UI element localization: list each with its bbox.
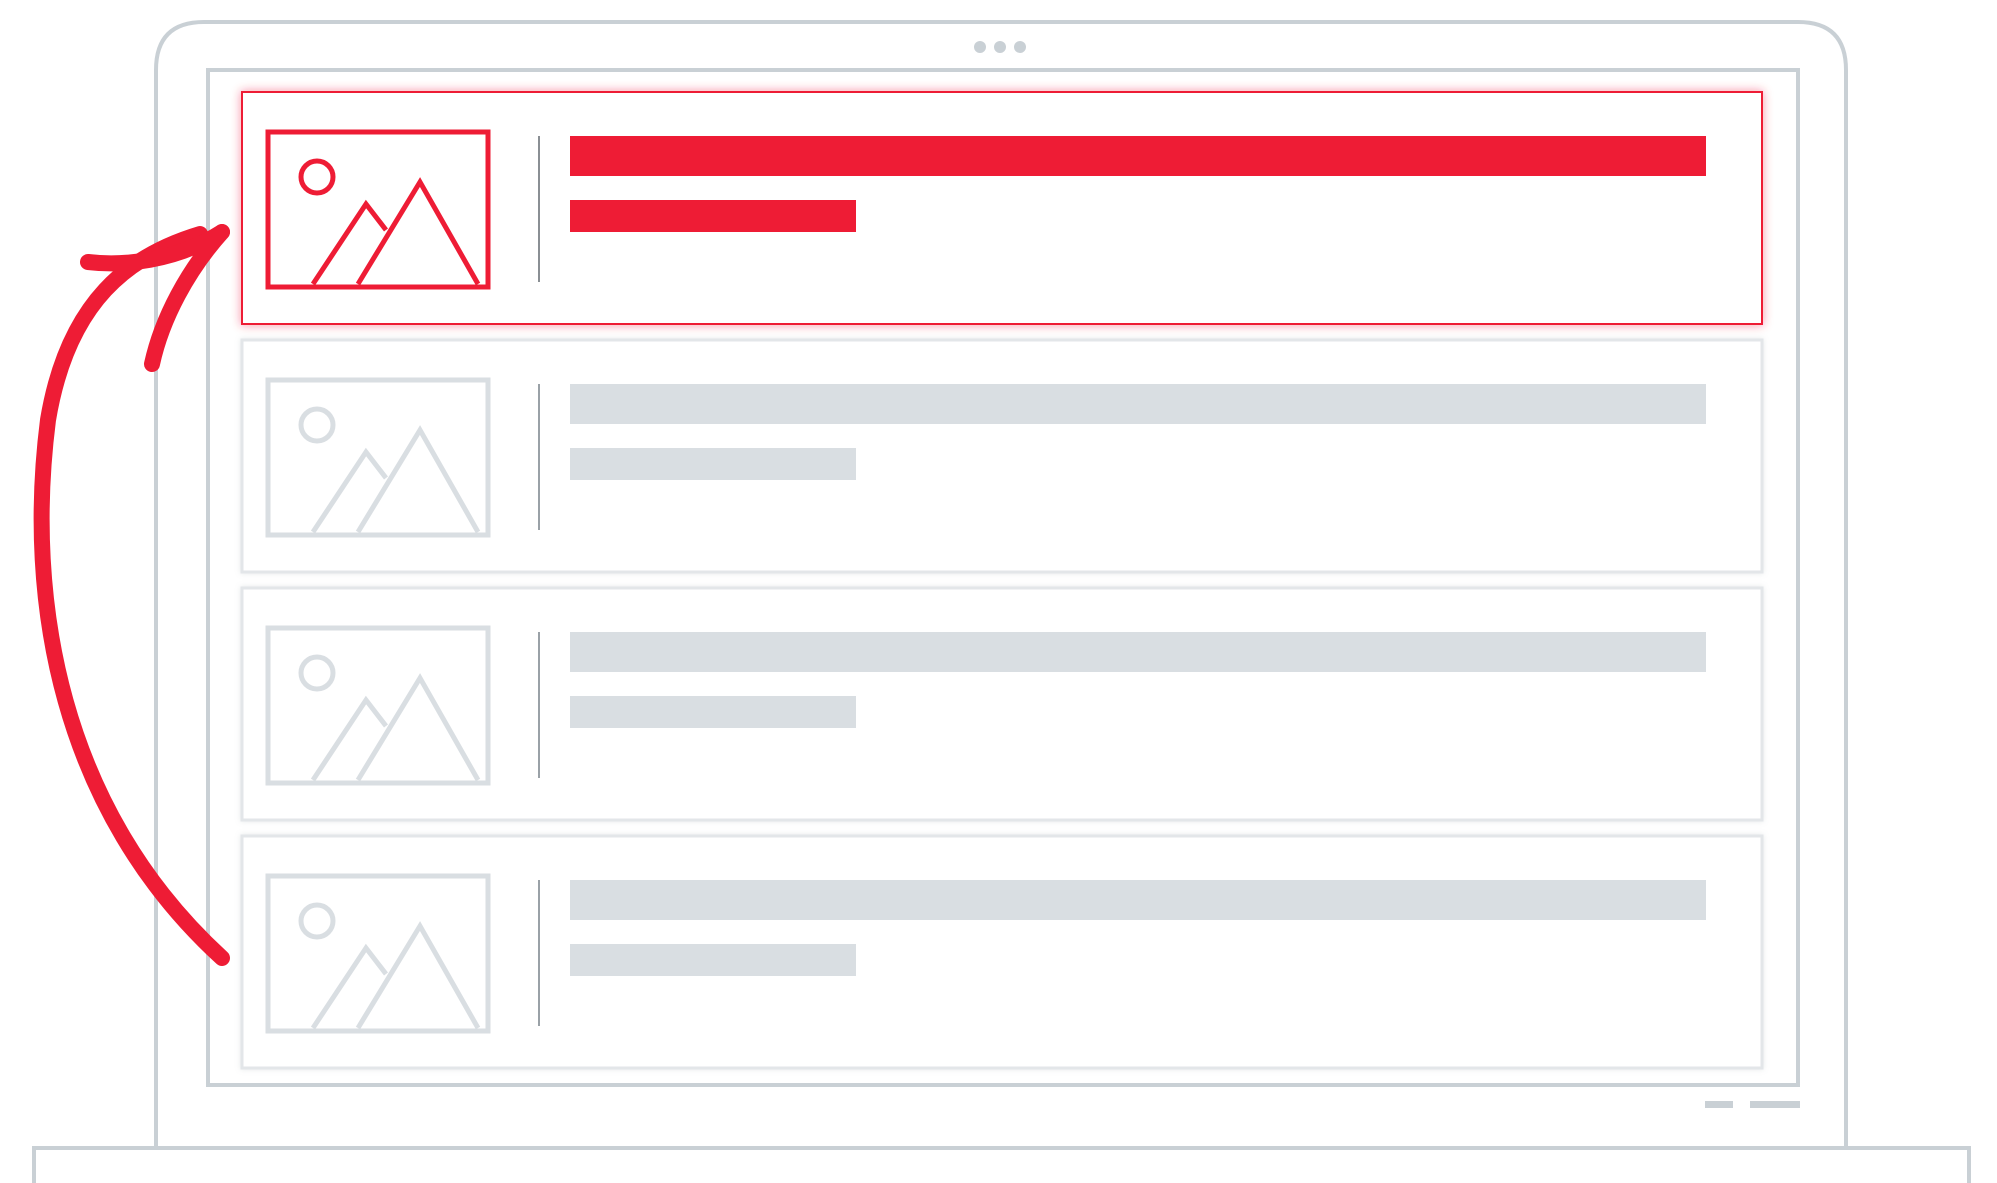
illustration-canvas <box>32 20 1971 1183</box>
laptop-base <box>32 1146 1971 1183</box>
curved-arrow-up-icon <box>33 224 230 966</box>
title-line-placeholder <box>570 880 1706 920</box>
subtitle-line-placeholder <box>570 448 856 480</box>
subtitle-line-placeholder <box>570 696 856 728</box>
subtitle-line-placeholder <box>570 944 856 976</box>
footer-mark <box>1705 1101 1733 1108</box>
footer-mark <box>1750 1101 1800 1108</box>
footer-marks <box>1705 1101 1800 1108</box>
laptop-list-illustration <box>0 0 1997 1183</box>
title-line-placeholder <box>570 136 1706 176</box>
list-item <box>240 834 1764 1070</box>
subtitle-line-placeholder <box>570 200 856 232</box>
camera-dots <box>974 41 1026 53</box>
list-item-highlighted <box>241 91 1763 325</box>
list-item <box>240 586 1764 822</box>
list <box>240 91 1764 1070</box>
camera-dot <box>1014 41 1026 53</box>
title-line-placeholder <box>570 632 1706 672</box>
arrow-shaft <box>33 226 230 966</box>
list-item <box>240 338 1764 574</box>
title-line-placeholder <box>570 384 1706 424</box>
camera-dot <box>974 41 986 53</box>
camera-dot <box>994 41 1006 53</box>
